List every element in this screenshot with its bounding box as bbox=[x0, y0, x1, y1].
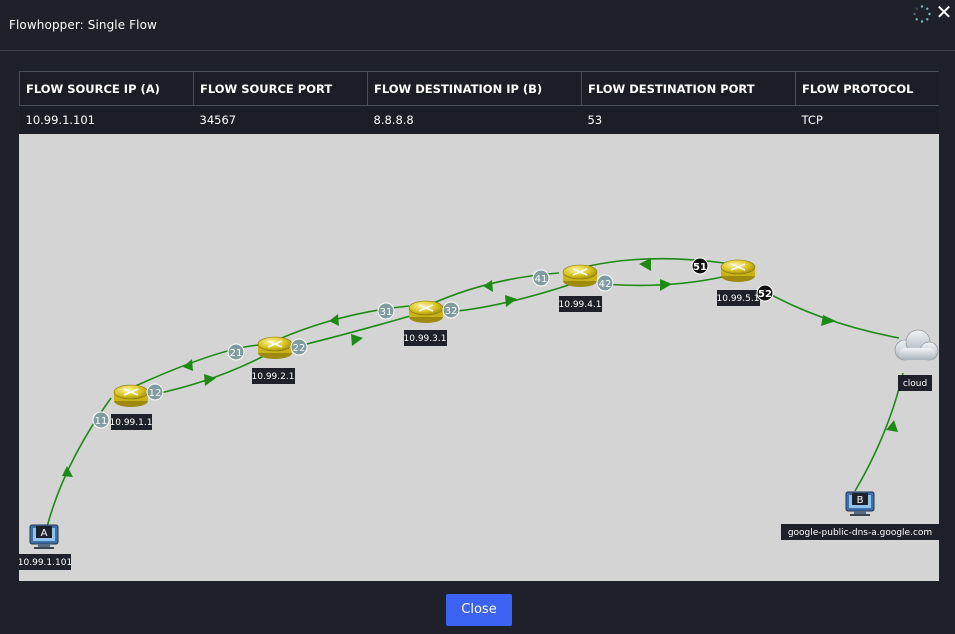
link-b-cloud bbox=[854, 372, 904, 492]
port-badge[interactable]: 41 bbox=[532, 269, 550, 287]
table-header-row: FLOW SOURCE IP (A) FLOW SOURCE PORT FLOW… bbox=[19, 71, 939, 106]
router-label: 10.99.3.1 bbox=[404, 334, 447, 344]
port-badge-active[interactable]: 52 bbox=[756, 284, 774, 302]
dialog-title: Flowhopper: Single Flow bbox=[9, 18, 157, 32]
port-badge[interactable]: 42 bbox=[596, 274, 614, 292]
arrow-icon bbox=[204, 374, 216, 386]
router-label: 10.99.5.1 bbox=[717, 294, 760, 304]
node-label: 10.99.1.101 bbox=[19, 554, 72, 570]
column-header: FLOW SOURCE PORT bbox=[193, 71, 368, 106]
router-label: 10.99.4.1 bbox=[559, 300, 602, 310]
svg-text:12: 12 bbox=[149, 388, 162, 399]
node-label: 10.99.4.1 bbox=[559, 296, 602, 312]
port-badge[interactable]: 12 bbox=[146, 383, 164, 401]
svg-text:41: 41 bbox=[535, 274, 548, 285]
table-cell: 8.8.8.8 bbox=[367, 105, 582, 134]
svg-text:52: 52 bbox=[758, 289, 772, 300]
column-header: FLOW SOURCE IP (A) bbox=[19, 71, 194, 106]
svg-text:51: 51 bbox=[693, 262, 707, 273]
port-badge[interactable]: 32 bbox=[442, 301, 460, 319]
arrow-icon bbox=[329, 314, 339, 326]
router-label: 10.99.1.1 bbox=[110, 418, 153, 428]
router-icon[interactable] bbox=[720, 259, 756, 282]
arrow-icon bbox=[821, 315, 836, 326]
port-badge[interactable]: 11 bbox=[92, 411, 110, 429]
svg-text:11: 11 bbox=[95, 416, 108, 427]
svg-text:32: 32 bbox=[445, 306, 458, 317]
cloud-label: cloud bbox=[903, 379, 927, 389]
router-label: 10.99.2.1 bbox=[252, 372, 295, 382]
dialog-header: Flowhopper: Single Flow ✕ bbox=[0, 0, 955, 51]
column-header: FLOW DESTINATION IP (B) bbox=[367, 71, 582, 106]
table-row: 10.99.1.101 34567 8.8.8.8 53 TCP bbox=[19, 105, 939, 134]
destination-badge-text: B bbox=[857, 495, 864, 506]
port-badge-active[interactable]: 51 bbox=[691, 257, 709, 275]
source-badge-text: A bbox=[41, 528, 48, 539]
router-icon[interactable] bbox=[257, 336, 293, 359]
arrow-icon bbox=[483, 280, 493, 292]
svg-text:21: 21 bbox=[230, 348, 243, 359]
port-badge[interactable]: 31 bbox=[377, 302, 395, 320]
table-cell: TCP bbox=[795, 105, 939, 134]
link-r5-cloud bbox=[758, 287, 900, 339]
node-label: 10.99.5.1 bbox=[717, 290, 760, 306]
svg-text:22: 22 bbox=[293, 343, 306, 354]
svg-text:42: 42 bbox=[599, 279, 612, 290]
source-label: 10.99.1.101 bbox=[19, 558, 72, 568]
node-label: 10.99.2.1 bbox=[252, 368, 295, 384]
arrow-icon bbox=[351, 334, 363, 346]
destination-label: google-public-dns-a.google.com bbox=[788, 528, 932, 538]
arrow-icon bbox=[660, 279, 672, 291]
node-label: google-public-dns-a.google.com bbox=[781, 524, 939, 540]
node-label: cloud bbox=[898, 375, 932, 391]
flow-table: FLOW SOURCE IP (A) FLOW SOURCE PORT FLOW… bbox=[19, 71, 939, 134]
router-icon[interactable] bbox=[562, 264, 598, 287]
close-icon[interactable]: ✕ bbox=[935, 2, 953, 22]
table-cell: 34567 bbox=[193, 105, 368, 134]
arrow-icon bbox=[62, 466, 73, 477]
node-label: 10.99.1.1 bbox=[110, 414, 153, 430]
port-badge[interactable]: 21 bbox=[227, 343, 245, 361]
node-label: 10.99.3.1 bbox=[404, 330, 447, 346]
close-button[interactable]: Close bbox=[446, 594, 512, 626]
port-badge[interactable]: 22 bbox=[290, 338, 308, 356]
column-header: FLOW DESTINATION PORT bbox=[581, 71, 796, 106]
loading-spinner-icon bbox=[913, 5, 931, 23]
router-icon[interactable] bbox=[113, 384, 149, 407]
column-header: FLOW PROTOCOL bbox=[795, 71, 939, 106]
flow-panel: FLOW SOURCE IP (A) FLOW SOURCE PORT FLOW… bbox=[19, 71, 939, 581]
source-badge: A bbox=[36, 526, 52, 539]
topology-map[interactable]: A 10.99.1.101 B google-public-dns-a.goog… bbox=[19, 133, 939, 581]
table-cell: 53 bbox=[581, 105, 796, 134]
destination-badge: B bbox=[852, 493, 868, 506]
cloud-icon[interactable] bbox=[894, 329, 939, 361]
flow-links bbox=[46, 257, 904, 528]
svg-text:31: 31 bbox=[380, 307, 393, 318]
router-icon[interactable] bbox=[408, 300, 444, 323]
table-cell: 10.99.1.101 bbox=[19, 105, 194, 134]
